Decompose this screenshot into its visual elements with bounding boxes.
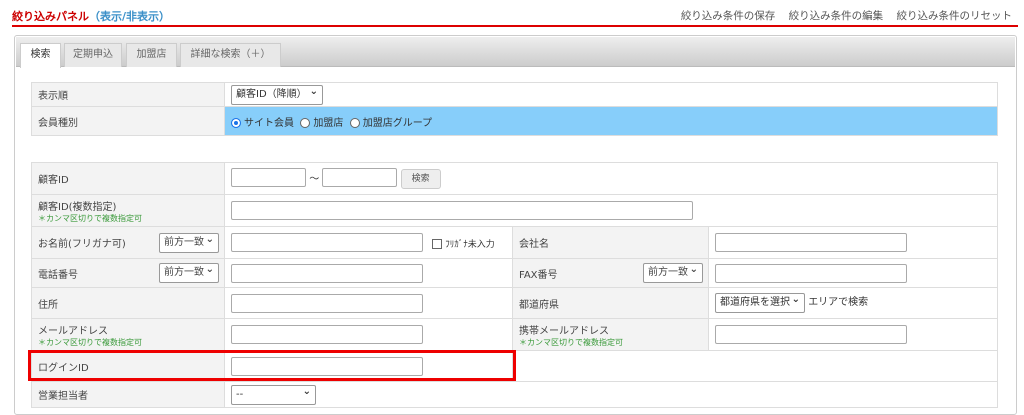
member-type-radios: サイト会員 加盟店 加盟店グループ <box>224 106 998 136</box>
furigana-empty-checkbox[interactable] <box>432 239 443 249</box>
range-separator: ～ <box>309 174 320 185</box>
tab-advanced-search[interactable]: 詳細な検索（＋） <box>180 43 281 67</box>
radio-site-member[interactable] <box>231 117 241 128</box>
fax-match-select[interactable]: 前方一致 <box>643 261 703 283</box>
login-id-highlight <box>28 350 516 381</box>
email-input[interactable] <box>231 325 423 344</box>
panel-title: 絞り込みパネル（表示/非表示） <box>12 8 170 24</box>
radio-merchant-label: 加盟店 <box>313 117 344 129</box>
customer-id-label: 顧客ID <box>31 162 225 195</box>
customer-id-to-input[interactable] <box>322 168 398 187</box>
sales-select[interactable]: -- <box>231 383 316 405</box>
header-links: 絞り込み条件の保存 絞り込み条件の編集 絞り込み条件のリセット <box>671 8 1012 23</box>
tab-merchant[interactable]: 加盟店 <box>126 43 177 67</box>
panel-title-text: 絞り込みパネル <box>12 10 89 23</box>
radio-merchant-group-label: 加盟店グループ <box>362 117 433 129</box>
name-input[interactable] <box>231 233 423 252</box>
address-input[interactable] <box>231 293 423 313</box>
fax-label: FAX番号 <box>519 269 558 281</box>
customer-ids-label: 顧客ID(複数指定) <box>38 201 117 213</box>
phone-match-select[interactable]: 前方一致 <box>159 261 219 283</box>
phone-label: 電話番号 <box>38 269 78 281</box>
company-label: 会社名 <box>512 226 709 259</box>
sales-label: 営業担当者 <box>31 381 225 408</box>
prefecture-label: 都道府県 <box>512 287 709 319</box>
customer-ids-note: ＊カンマ区切りで複数指定可 <box>38 213 142 223</box>
fax-input[interactable] <box>715 263 907 283</box>
radio-site-member-label: サイト会員 <box>244 117 294 129</box>
email-label: メールアドレス <box>38 325 108 337</box>
radio-merchant-group[interactable] <box>349 117 360 128</box>
sort-select[interactable]: 顧客ID（降順） <box>231 83 323 105</box>
name-match-select[interactable]: 前方一致 <box>159 231 219 253</box>
save-filter-link[interactable]: 絞り込み条件の保存 <box>681 10 776 22</box>
tab-search[interactable]: 検索 <box>20 43 61 68</box>
customer-id-search-button[interactable]: 検索 <box>400 169 441 189</box>
mobile-email-note: ＊カンマ区切りで複数指定可 <box>519 337 623 347</box>
sort-label: 表示順 <box>31 82 225 107</box>
email-note: ＊カンマ区切りで複数指定可 <box>38 337 142 347</box>
name-label: お名前(フリガナ可) <box>38 239 126 250</box>
member-type-label: 会員種別 <box>31 106 225 136</box>
furigana-empty-label: ﾌﾘｶﾞﾅ未入力 <box>445 240 495 250</box>
prefecture-select[interactable]: 都道府県を選択 <box>715 291 805 313</box>
edit-filter-link[interactable]: 絞り込み条件の編集 <box>789 10 884 22</box>
company-input[interactable] <box>715 233 907 252</box>
sort-table: 表示順 顧客ID（降順） 会員種別 サイト会員 加盟店 加盟店グループ <box>31 82 998 136</box>
customer-ids-input[interactable] <box>231 201 693 220</box>
header-divider <box>12 25 1018 27</box>
tab-subscription[interactable]: 定期申込 <box>64 43 122 67</box>
reset-filter-link[interactable]: 絞り込み条件のリセット <box>897 10 1013 22</box>
customer-id-from-input[interactable] <box>231 168 306 187</box>
radio-merchant[interactable] <box>300 117 311 128</box>
area-search-label: エリアで検索 <box>808 297 869 308</box>
address-label: 住所 <box>31 287 225 319</box>
mobile-email-input[interactable] <box>715 325 907 344</box>
toggle-panel-link[interactable]: （表示/非表示） <box>89 10 170 23</box>
phone-input[interactable] <box>231 263 423 283</box>
mobile-email-label: 携帯メールアドレス <box>519 325 609 337</box>
